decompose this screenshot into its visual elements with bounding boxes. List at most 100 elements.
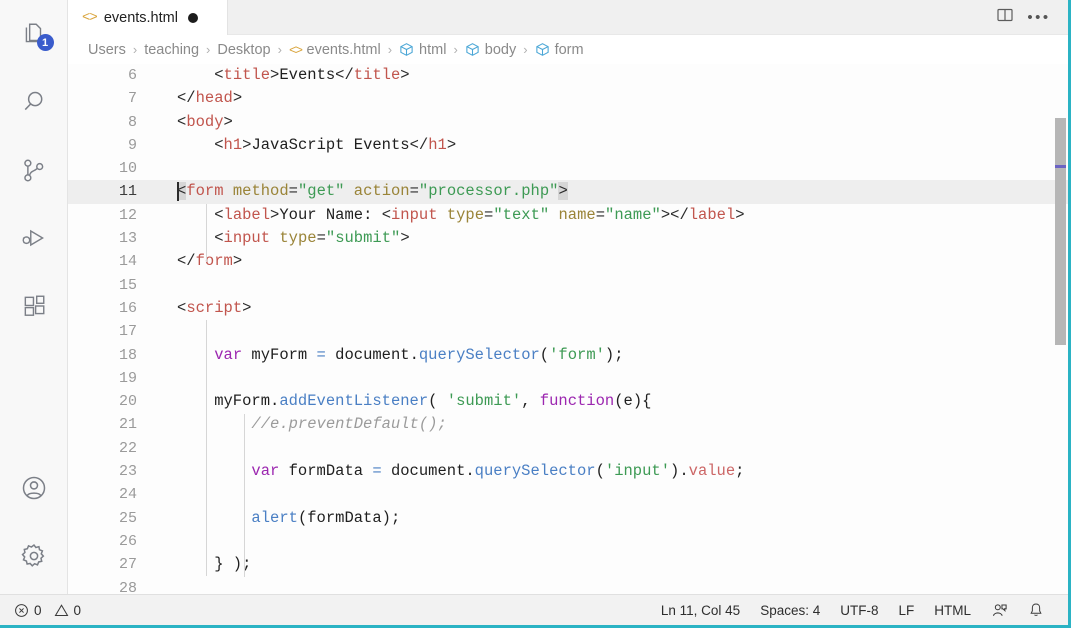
- line-number: 14: [118, 253, 137, 271]
- symbol-tag-icon: [399, 42, 414, 57]
- breadcrumb-item-html[interactable]: html: [399, 42, 446, 58]
- html-file-icon: <>: [82, 9, 98, 26]
- code-lines-container: 6 <title>Events</title> 7 </head> 8 <body> 9 …: [68, 64, 1068, 594]
- code-line[interactable]: 16 <script>: [68, 297, 1068, 320]
- error-count: 0: [34, 602, 42, 618]
- code-token: "get": [297, 182, 345, 201]
- account-icon: [20, 474, 48, 502]
- code-line[interactable]: 11 <form method="get" action="processor.p…: [68, 180, 1068, 204]
- line-number: 22: [118, 439, 137, 457]
- code-token: myForm.: [177, 392, 280, 411]
- code-token: >: [660, 205, 671, 224]
- code-line[interactable]: 23 var formData = document.querySelector…: [68, 460, 1068, 483]
- code-token: var: [214, 345, 243, 364]
- code-line[interactable]: 7 </head>: [68, 87, 1068, 110]
- status-feedback[interactable]: [981, 595, 1018, 626]
- code-token: ,: [521, 392, 540, 411]
- activity-bar: 1: [0, 0, 68, 625]
- code-token: );: [604, 345, 624, 364]
- code-line[interactable]: 24: [68, 483, 1068, 506]
- indent-guide: [206, 204, 207, 262]
- line-number: 24: [118, 486, 137, 504]
- code-token: (: [428, 392, 447, 411]
- breadcrumb-label: form: [554, 41, 584, 58]
- breadcrumb-item-desktop[interactable]: Desktop: [217, 42, 270, 58]
- code-token: >: [400, 229, 410, 248]
- breadcrumb-item-body[interactable]: body: [465, 42, 516, 58]
- code-token: h1: [223, 135, 243, 154]
- code-token: <: [177, 112, 187, 131]
- breadcrumb-separator: ›: [453, 42, 458, 57]
- code-line[interactable]: 25 alert(formData);: [68, 507, 1068, 530]
- breadcrumb-item-form[interactable]: form: [535, 42, 584, 58]
- breadcrumb-item-events-html[interactable]: <> events.html: [289, 42, 381, 58]
- status-bar-right: Ln 11, Col 45 Spaces: 4 UTF-8 LF HTML: [651, 595, 1068, 626]
- scrollbar-thumb[interactable]: [1055, 118, 1066, 345]
- line-number: 11: [118, 183, 137, 201]
- sidebar-item-extensions[interactable]: [0, 272, 68, 340]
- sidebar-item-source-control[interactable]: [0, 136, 68, 204]
- code-line[interactable]: 6 <title>Events</title>: [68, 64, 1068, 87]
- code-line[interactable]: 12 <label>Your Name: <input type="text" …: [68, 204, 1068, 227]
- sidebar-item-search[interactable]: [0, 68, 68, 136]
- code-line[interactable]: 10: [68, 157, 1068, 180]
- status-encoding[interactable]: UTF-8: [830, 595, 888, 626]
- status-indentation[interactable]: Spaces: 4: [750, 595, 830, 626]
- code-editor[interactable]: 6 <title>Events</title> 7 </head> 8 <body> 9 …: [68, 64, 1068, 594]
- code-line[interactable]: 19: [68, 367, 1068, 390]
- code-token: method: [232, 182, 289, 201]
- sidebar-item-explorer[interactable]: 1: [0, 0, 68, 68]
- breadcrumb-item-teaching[interactable]: teaching: [144, 42, 199, 58]
- code-text: <label>Your Name: <input type="text" nam…: [156, 204, 1068, 227]
- code-line[interactable]: 13 <input type="submit">: [68, 227, 1068, 250]
- code-token: action: [353, 182, 410, 201]
- code-line[interactable]: 15: [68, 274, 1068, 297]
- sidebar-item-accounts[interactable]: [0, 454, 68, 522]
- more-actions-button[interactable]: •••: [1025, 3, 1053, 31]
- status-language-mode[interactable]: HTML: [924, 595, 981, 626]
- breadcrumb-label: events.html: [306, 41, 381, 58]
- code-line[interactable]: 28: [68, 577, 1068, 594]
- code-token: (e){: [614, 392, 652, 411]
- run-debug-icon: [20, 224, 48, 252]
- code-token: var: [251, 462, 280, 481]
- code-line[interactable]: 22: [68, 437, 1068, 460]
- code-token: script: [186, 298, 243, 317]
- code-token: <: [381, 205, 391, 224]
- code-text: <title>Events</title>: [156, 64, 1068, 87]
- gear-icon: [20, 542, 48, 570]
- source-control-icon: [20, 157, 47, 184]
- breadcrumb-item-users[interactable]: Users: [88, 42, 126, 58]
- breadcrumb-separator: ›: [206, 42, 211, 57]
- code-token: body: [186, 112, 224, 131]
- code-line[interactable]: 27 } );: [68, 553, 1068, 576]
- status-end-of-line[interactable]: LF: [888, 595, 924, 626]
- code-token: >: [558, 182, 568, 201]
- status-notifications[interactable]: [1018, 595, 1054, 626]
- breadcrumb-label: html: [419, 41, 447, 58]
- unsaved-indicator-icon[interactable]: [187, 12, 198, 23]
- code-line[interactable]: 26: [68, 530, 1068, 553]
- sidebar-item-manage[interactable]: [0, 522, 68, 590]
- code-token: value: [688, 462, 736, 481]
- tab-events-html[interactable]: <> events.html: [68, 0, 228, 35]
- code-token: </: [670, 205, 689, 224]
- code-line[interactable]: 18 var myForm = document.querySelector('…: [68, 344, 1068, 367]
- code-line[interactable]: 17: [68, 320, 1068, 343]
- code-line[interactable]: 8 <body>: [68, 111, 1068, 134]
- sidebar-item-run-and-debug[interactable]: [0, 204, 68, 272]
- split-editor-button[interactable]: [991, 3, 1019, 31]
- line-number: 12: [118, 206, 137, 224]
- status-cursor-position[interactable]: Ln 11, Col 45: [651, 595, 750, 626]
- status-problems[interactable]: 0 0: [14, 595, 91, 626]
- editor-scrollbar[interactable]: [1054, 64, 1068, 594]
- code-line[interactable]: 20 myForm.addEventListener( 'submit', fu…: [68, 390, 1068, 413]
- code-line[interactable]: 14 </form>: [68, 250, 1068, 273]
- code-line[interactable]: 9 <h1>JavaScript Events</h1>: [68, 134, 1068, 157]
- code-line[interactable]: 21 //e.preventDefault();: [68, 413, 1068, 436]
